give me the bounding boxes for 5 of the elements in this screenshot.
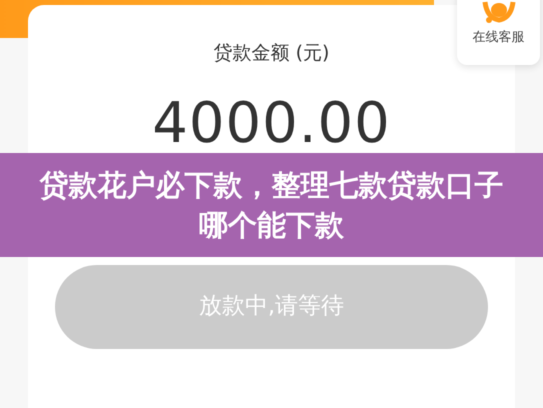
- amount-label: 贷款金额 (元): [214, 42, 330, 64]
- amount-value: 4000.00: [152, 90, 391, 156]
- support-label: 在线客服: [472, 29, 524, 47]
- banner-title: 贷款花户必下款，整理七款贷款口子哪个能下款: [38, 167, 504, 244]
- support-widget[interactable]: 在线客服: [457, 0, 540, 65]
